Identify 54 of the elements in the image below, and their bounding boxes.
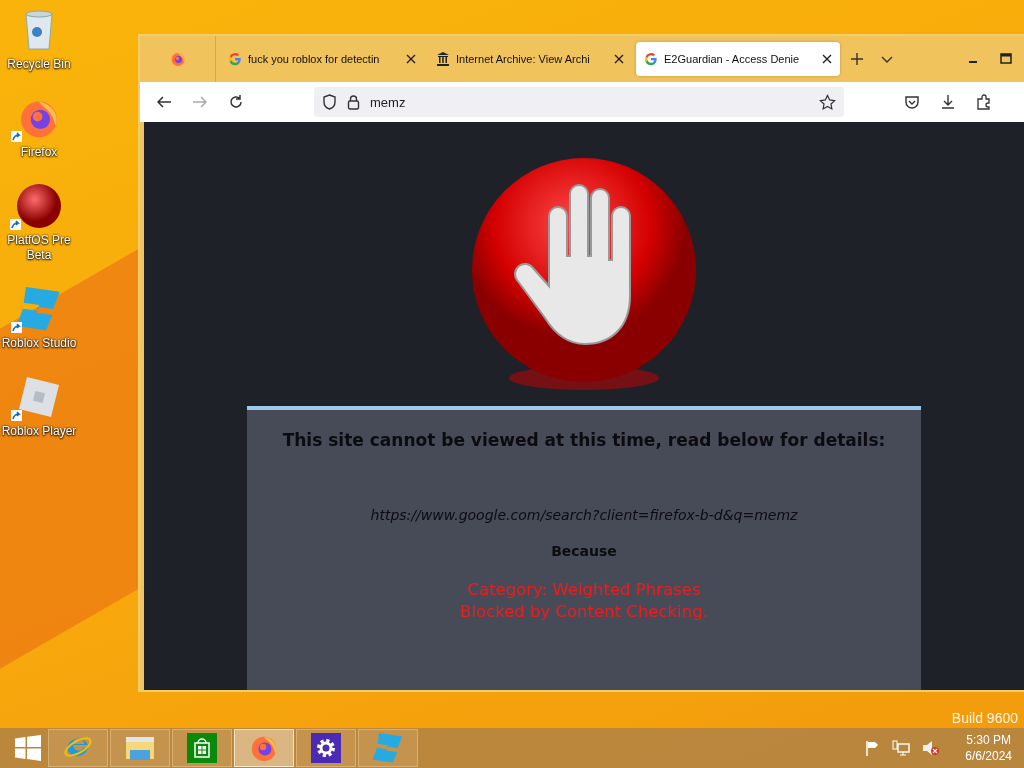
new-tab-plus-icon[interactable]	[850, 52, 864, 66]
because-label: Because	[551, 543, 617, 559]
block-reason: Category: Weighted Phrases	[467, 579, 701, 601]
blocked-url: https://www.google.com/search?client=firefox-b-d&q=memz	[370, 507, 798, 523]
browser-tab[interactable]: fuck you roblox for detectin	[220, 42, 424, 76]
close-icon[interactable]	[822, 54, 832, 64]
desktop-icon-label[interactable]: Recycle Bin	[7, 57, 71, 72]
maximize-icon[interactable]	[1000, 53, 1012, 65]
block-reason: Blocked by Content Checking.	[460, 601, 708, 623]
taskbar-button[interactable]	[234, 729, 294, 767]
google-g-icon	[228, 52, 242, 66]
clock-date[interactable]: 6/6/2024	[965, 748, 1012, 764]
reload-icon[interactable]	[228, 94, 244, 110]
browser-tab[interactable]: Internet Archive: View Archi	[428, 42, 632, 76]
roblox-studio-icon	[373, 733, 403, 763]
shortcut-arrow-icon	[11, 410, 22, 421]
tab-title: E2Guardian - Access Denie	[664, 53, 801, 65]
roblox-studio-icon	[17, 287, 61, 331]
star-icon[interactable]	[819, 93, 836, 111]
back-arrow-icon[interactable]	[156, 94, 172, 110]
browser-tab[interactable]: E2Guardian - Access Denie	[636, 42, 840, 76]
desktop-icon-label[interactable]: Firefox	[20, 145, 58, 160]
desktop-icon-label[interactable]: PlatfOS Pre Beta	[0, 233, 78, 263]
block-heading: This site cannot be viewed at this time, read below for details:	[282, 430, 886, 450]
ball-icon	[16, 183, 62, 229]
address-field[interactable]: memz	[314, 87, 844, 117]
gear-icon	[311, 733, 341, 763]
network-icon[interactable]	[892, 740, 911, 756]
puzzle-icon[interactable]	[976, 94, 992, 110]
download-icon[interactable]	[940, 94, 956, 110]
speaker-muted-icon[interactable]	[922, 740, 941, 756]
shield-icon	[322, 94, 337, 110]
tab-title: fuck you roblox for detectin	[248, 53, 381, 65]
flag-icon[interactable]	[864, 740, 881, 756]
desktop-icon-label[interactable]: Roblox Studio	[1, 336, 77, 351]
building-icon	[436, 52, 450, 66]
windows-logo-icon[interactable]	[15, 735, 41, 761]
roblox-player-icon	[17, 375, 61, 419]
lock-icon	[347, 94, 360, 110]
shortcut-arrow-icon	[11, 131, 22, 142]
shortcut-arrow-icon	[11, 322, 22, 333]
close-icon[interactable]	[406, 54, 416, 64]
pocket-icon[interactable]	[904, 94, 920, 110]
recycle-bin-icon	[24, 10, 54, 50]
google-g-icon	[644, 52, 658, 66]
shortcut-arrow-icon	[10, 219, 21, 230]
folder-icon	[124, 734, 156, 762]
tab-title: Internet Archive: View Archi	[456, 53, 591, 65]
close-icon[interactable]	[614, 54, 624, 64]
clock-time[interactable]: 5:30 PM	[966, 732, 1011, 748]
build-number-text: Build 9600	[951, 710, 1018, 726]
store-bag-icon	[187, 733, 217, 763]
desktop-icon-label[interactable]: Roblox Player	[1, 424, 77, 439]
firefox-icon	[169, 51, 186, 67]
